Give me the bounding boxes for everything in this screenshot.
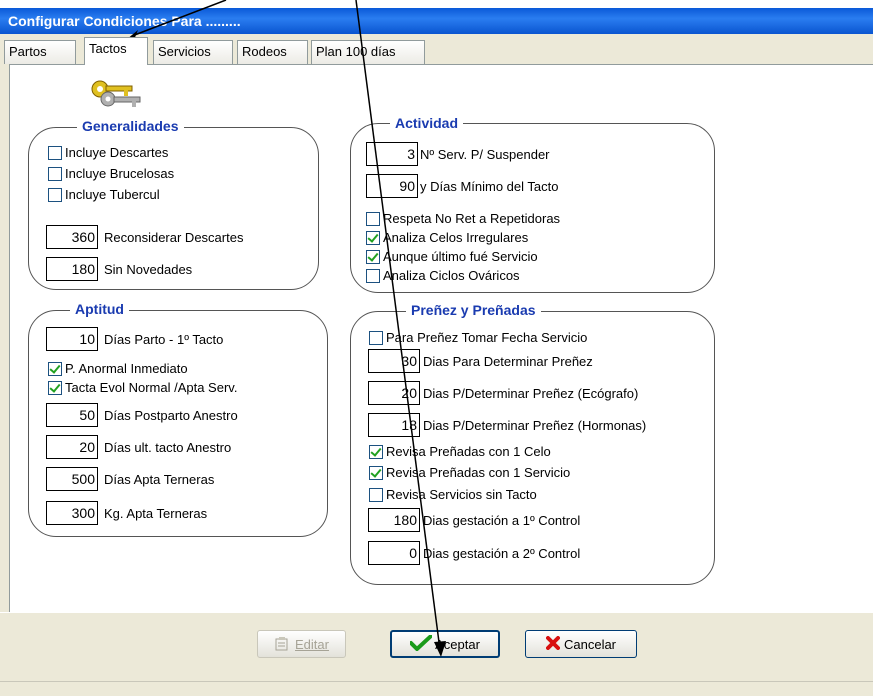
- annotation-arrows: [126, 0, 446, 657]
- tab-tactos[interactable]: Tactos: [84, 37, 148, 65]
